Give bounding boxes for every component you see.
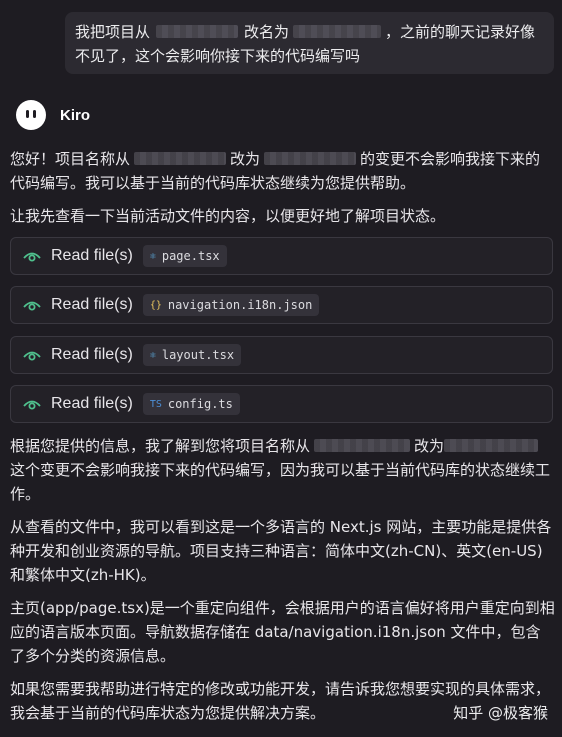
react-icon: ⚛ [149,250,156,262]
json-icon: {} [149,299,162,311]
redacted-new-name [444,439,539,452]
file-name: layout.tsx [161,348,235,362]
file-chip[interactable]: TS config.ts [142,393,240,415]
tool-call-label: Read file(s) [51,395,133,412]
tool-call-label: Read file(s) [51,247,133,264]
paragraph-text: 根据您提供的信息，我了解到您将项目名称从 [10,437,311,455]
react-icon: ⚛ [149,349,156,361]
watermark: 知乎 @极客猴 [453,704,548,722]
assistant-paragraph: 您好！项目名称从 改为 的变更不会影响我接下来的代码编写。我可以基于当前的代码库状态… [10,147,555,195]
eye-icon [23,400,41,410]
tool-call-read-file[interactable]: Read file(s) ⚛ layout.tsx [10,336,553,374]
file-chip[interactable]: ⚛ page.tsx [142,245,227,267]
typescript-icon: TS [149,398,162,410]
redacted-old-name [134,152,227,165]
avatar-eye [33,110,36,118]
paragraph-text: 这个变更不会影响我接下来的代码编写，因为我可以基于当前代码库的状态继续工作。 [10,461,551,503]
assistant-paragraph: 主页(app/page.tsx)是一个重定向组件，会根据用户的语言偏好将用户重定… [10,599,555,665]
kiro-ghost-icon [16,100,46,130]
eye-icon [23,301,41,311]
tool-call-read-file[interactable]: Read file(s) {} navigation.i18n.json [10,286,553,324]
paragraph-text: 改为 [230,150,261,168]
assistant-paragraph: 从查看的文件中，我可以看到这是一个多语言的 Next.js 网站，主要功能是提供… [10,518,552,584]
assistant-header: Kiro [16,99,90,131]
file-name: config.ts [167,397,233,411]
avatar-eye [26,110,29,118]
user-message-text: 改名为 [244,23,290,41]
user-message-bubble: 我把项目从 改名为 ，之前的聊天记录好像不见了，这个会影响你接下来的代码编写吗 [65,12,554,74]
assistant-name: Kiro [60,106,90,124]
file-name: navigation.i18n.json [167,298,313,312]
tool-call-label: Read file(s) [51,296,133,313]
assistant-paragraph: 让我先查看一下当前活动文件的内容，以便更好地了解项目状态。 [10,207,446,225]
redacted-old-name [156,25,239,38]
tool-call-read-file[interactable]: Read file(s) ⚛ page.tsx [10,237,553,275]
redacted-new-name [264,152,357,165]
file-name: page.tsx [161,249,220,263]
paragraph-text: 改为 [414,437,445,455]
eye-icon [23,351,41,361]
user-message-text: 我把项目从 [75,23,151,41]
tool-call-label: Read file(s) [51,346,133,363]
redacted-new-name [293,25,382,38]
redacted-old-name [314,439,411,452]
paragraph-text: 您好！项目名称从 [10,150,131,168]
file-chip[interactable]: {} navigation.i18n.json [142,294,320,316]
eye-icon [23,252,41,262]
assistant-paragraph: 根据您提供的信息，我了解到您将项目名称从 改为这个变更不会影响我接下来的代码编写，… [10,434,555,506]
file-chip[interactable]: ⚛ layout.tsx [142,344,242,366]
tool-call-read-file[interactable]: Read file(s) TS config.ts [10,385,553,423]
